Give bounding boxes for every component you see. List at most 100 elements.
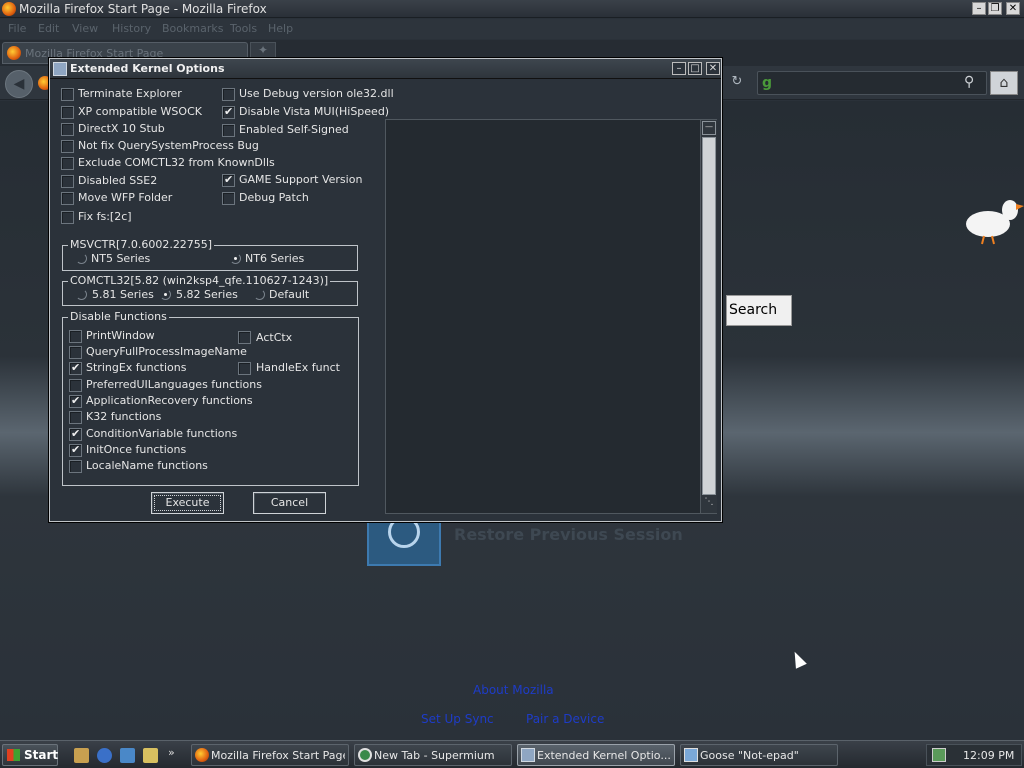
show-desktop-icon[interactable] bbox=[74, 748, 89, 763]
scroll-up-icon[interactable]: — bbox=[702, 121, 716, 135]
debug-patch-checkbox[interactable] bbox=[222, 192, 235, 205]
cancel-button[interactable]: Cancel bbox=[253, 492, 326, 514]
msvcrt-group: MSVCTR[7.0.6002.22755] NT5 Series NT6 Se… bbox=[62, 238, 358, 271]
quicklaunch-chevron-icon[interactable]: » bbox=[168, 746, 175, 759]
disable-functions-legend: Disable Functions bbox=[68, 310, 169, 323]
menu-tools[interactable]: Tools bbox=[230, 22, 257, 35]
exclude-comctl32-checkbox[interactable] bbox=[61, 157, 74, 170]
disabled-sse2-checkbox[interactable] bbox=[61, 175, 74, 188]
dialog-minimize-button[interactable]: – bbox=[672, 62, 686, 75]
game-support-version-checkbox[interactable] bbox=[222, 173, 235, 187]
taskbar-item-extended-kernel[interactable]: Extended Kernel Optio... bbox=[517, 744, 675, 766]
nt5-series-radio[interactable] bbox=[76, 253, 87, 264]
firefox-window-title: Mozilla Firefox Start Page - Mozilla Fir… bbox=[19, 2, 267, 16]
preferreduilanguages-label: PreferredUILanguages functions bbox=[86, 378, 262, 391]
comctl32-group: COMCTL32[5.82 (win2ksp4_qfe.110627-1243)… bbox=[62, 274, 358, 306]
goose-icon[interactable] bbox=[964, 196, 1024, 246]
applicationrecovery-checkbox[interactable] bbox=[69, 394, 82, 408]
initonce-functions-label: InitOnce functions bbox=[86, 443, 187, 456]
about-mozilla-link[interactable]: About Mozilla bbox=[473, 683, 554, 697]
taskbar-clock[interactable]: 12:09 PM bbox=[963, 749, 1014, 762]
comctl-581-radio[interactable] bbox=[76, 289, 87, 300]
menu-edit[interactable]: Edit bbox=[38, 22, 59, 35]
comctl-default-radio[interactable] bbox=[254, 289, 265, 300]
printwindow-checkbox[interactable] bbox=[69, 330, 82, 343]
xp-compatible-wsock-label: XP compatible WSOCK bbox=[78, 105, 202, 118]
move-wfp-folder-checkbox[interactable] bbox=[61, 192, 74, 205]
taskbar-item-label: New Tab - Supermium bbox=[374, 749, 495, 762]
queryfullprocessimagename-checkbox[interactable] bbox=[69, 346, 82, 359]
comctl32-group-legend: COMCTL32[5.82 (win2ksp4_qfe.110627-1243)… bbox=[68, 274, 331, 287]
output-list-panel[interactable]: — ⋱ bbox=[385, 119, 717, 514]
exclude-comctl32-label: Exclude COMCTL32 from KnownDlls bbox=[78, 156, 275, 169]
list-scrollbar[interactable]: — ⋱ bbox=[700, 120, 717, 513]
actctx-label: ActCtx bbox=[256, 331, 293, 344]
pair-device-link[interactable]: Pair a Device bbox=[526, 712, 604, 726]
msvcrt-group-legend: MSVCTR[7.0.6002.22755] bbox=[68, 238, 215, 251]
nt6-series-radio[interactable] bbox=[230, 253, 241, 264]
k32-functions-checkbox[interactable] bbox=[69, 411, 82, 424]
taskbar-item-label: Mozilla Firefox Start Page... bbox=[211, 749, 345, 762]
game-support-version-label: GAME Support Version bbox=[239, 173, 363, 186]
taskbar-item-firefox[interactable]: Mozilla Firefox Start Page... bbox=[191, 744, 349, 766]
menu-history[interactable]: History bbox=[112, 22, 151, 35]
fix-fs-2c-checkbox[interactable] bbox=[61, 211, 74, 224]
disable-vista-mui-checkbox[interactable] bbox=[222, 105, 235, 119]
maximize-button[interactable]: ❐ bbox=[988, 2, 1002, 15]
nt5-series-label: NT5 Series bbox=[91, 252, 151, 265]
resize-grip-icon[interactable]: ⋱ bbox=[702, 497, 716, 511]
stringex-functions-checkbox[interactable] bbox=[69, 361, 82, 375]
initonce-functions-checkbox[interactable] bbox=[69, 443, 82, 457]
close-button[interactable]: ✕ bbox=[1006, 2, 1020, 15]
scrollbar-thumb[interactable] bbox=[702, 137, 716, 495]
home-button[interactable]: ⌂ bbox=[990, 71, 1018, 95]
dialog-close-button[interactable]: ✕ bbox=[706, 62, 720, 75]
comctl-582-radio[interactable] bbox=[160, 289, 171, 300]
search-button[interactable]: Search bbox=[726, 295, 792, 326]
menu-view[interactable]: View bbox=[72, 22, 98, 35]
search-input[interactable]: g ⚲ bbox=[757, 71, 987, 95]
printwindow-label: PrintWindow bbox=[86, 329, 155, 342]
supermium-icon bbox=[358, 748, 372, 762]
search-folder-icon[interactable] bbox=[143, 748, 158, 763]
reload-icon[interactable]: ↻ bbox=[728, 74, 746, 92]
nt6-series-label: NT6 Series bbox=[245, 252, 305, 265]
start-button[interactable]: Start bbox=[2, 744, 58, 766]
app-icon bbox=[521, 748, 535, 762]
preferreduilanguages-checkbox[interactable] bbox=[69, 379, 82, 392]
magnifier-icon[interactable]: ⚲ bbox=[964, 74, 974, 90]
ie-icon[interactable] bbox=[97, 748, 112, 763]
minimize-button[interactable]: – bbox=[972, 2, 986, 15]
extended-kernel-options-dialog: Extended Kernel Options – □ ✕ Terminate … bbox=[49, 58, 722, 522]
back-button[interactable]: ◀ bbox=[5, 70, 33, 98]
google-icon: g bbox=[762, 75, 773, 91]
taskbar-item-goose-notepad[interactable]: Goose "Not-epad" bbox=[680, 744, 838, 766]
directx-10-stub-checkbox[interactable] bbox=[61, 123, 74, 136]
menu-help[interactable]: Help bbox=[268, 22, 293, 35]
comctl-581-label: 5.81 Series bbox=[92, 288, 154, 301]
enabled-self-signed-checkbox[interactable] bbox=[222, 124, 235, 137]
use-debug-ole32-checkbox[interactable] bbox=[222, 88, 235, 101]
menu-file[interactable]: File bbox=[8, 22, 26, 35]
dialog-title-bar[interactable]: Extended Kernel Options – □ ✕ bbox=[50, 59, 721, 79]
set-up-sync-link[interactable]: Set Up Sync bbox=[421, 712, 494, 726]
not-fix-querysystemprocess-checkbox[interactable] bbox=[61, 140, 74, 153]
restore-session-label[interactable]: Restore Previous Session bbox=[454, 525, 683, 544]
actctx-checkbox[interactable] bbox=[238, 331, 251, 344]
localename-functions-label: LocaleName functions bbox=[86, 459, 208, 472]
menu-bookmarks[interactable]: Bookmarks bbox=[162, 22, 223, 35]
terminate-explorer-checkbox[interactable] bbox=[61, 88, 74, 101]
xp-compatible-wsock-checkbox[interactable] bbox=[61, 106, 74, 119]
taskbar-item-supermium[interactable]: New Tab - Supermium bbox=[354, 744, 512, 766]
dialog-maximize-button[interactable]: □ bbox=[688, 62, 702, 75]
localename-functions-checkbox[interactable] bbox=[69, 460, 82, 473]
disable-vista-mui-label: Disable Vista MUI(HiSpeed) bbox=[239, 105, 390, 118]
conditionvariable-checkbox[interactable] bbox=[69, 427, 82, 441]
network-icon[interactable] bbox=[932, 748, 946, 762]
execute-button[interactable]: Execute bbox=[151, 492, 224, 514]
app-icon bbox=[53, 62, 67, 76]
explorer-icon[interactable] bbox=[120, 748, 135, 763]
move-wfp-folder-label: Move WFP Folder bbox=[78, 191, 173, 204]
handleex-checkbox[interactable] bbox=[238, 362, 251, 375]
start-label: Start bbox=[24, 748, 59, 762]
